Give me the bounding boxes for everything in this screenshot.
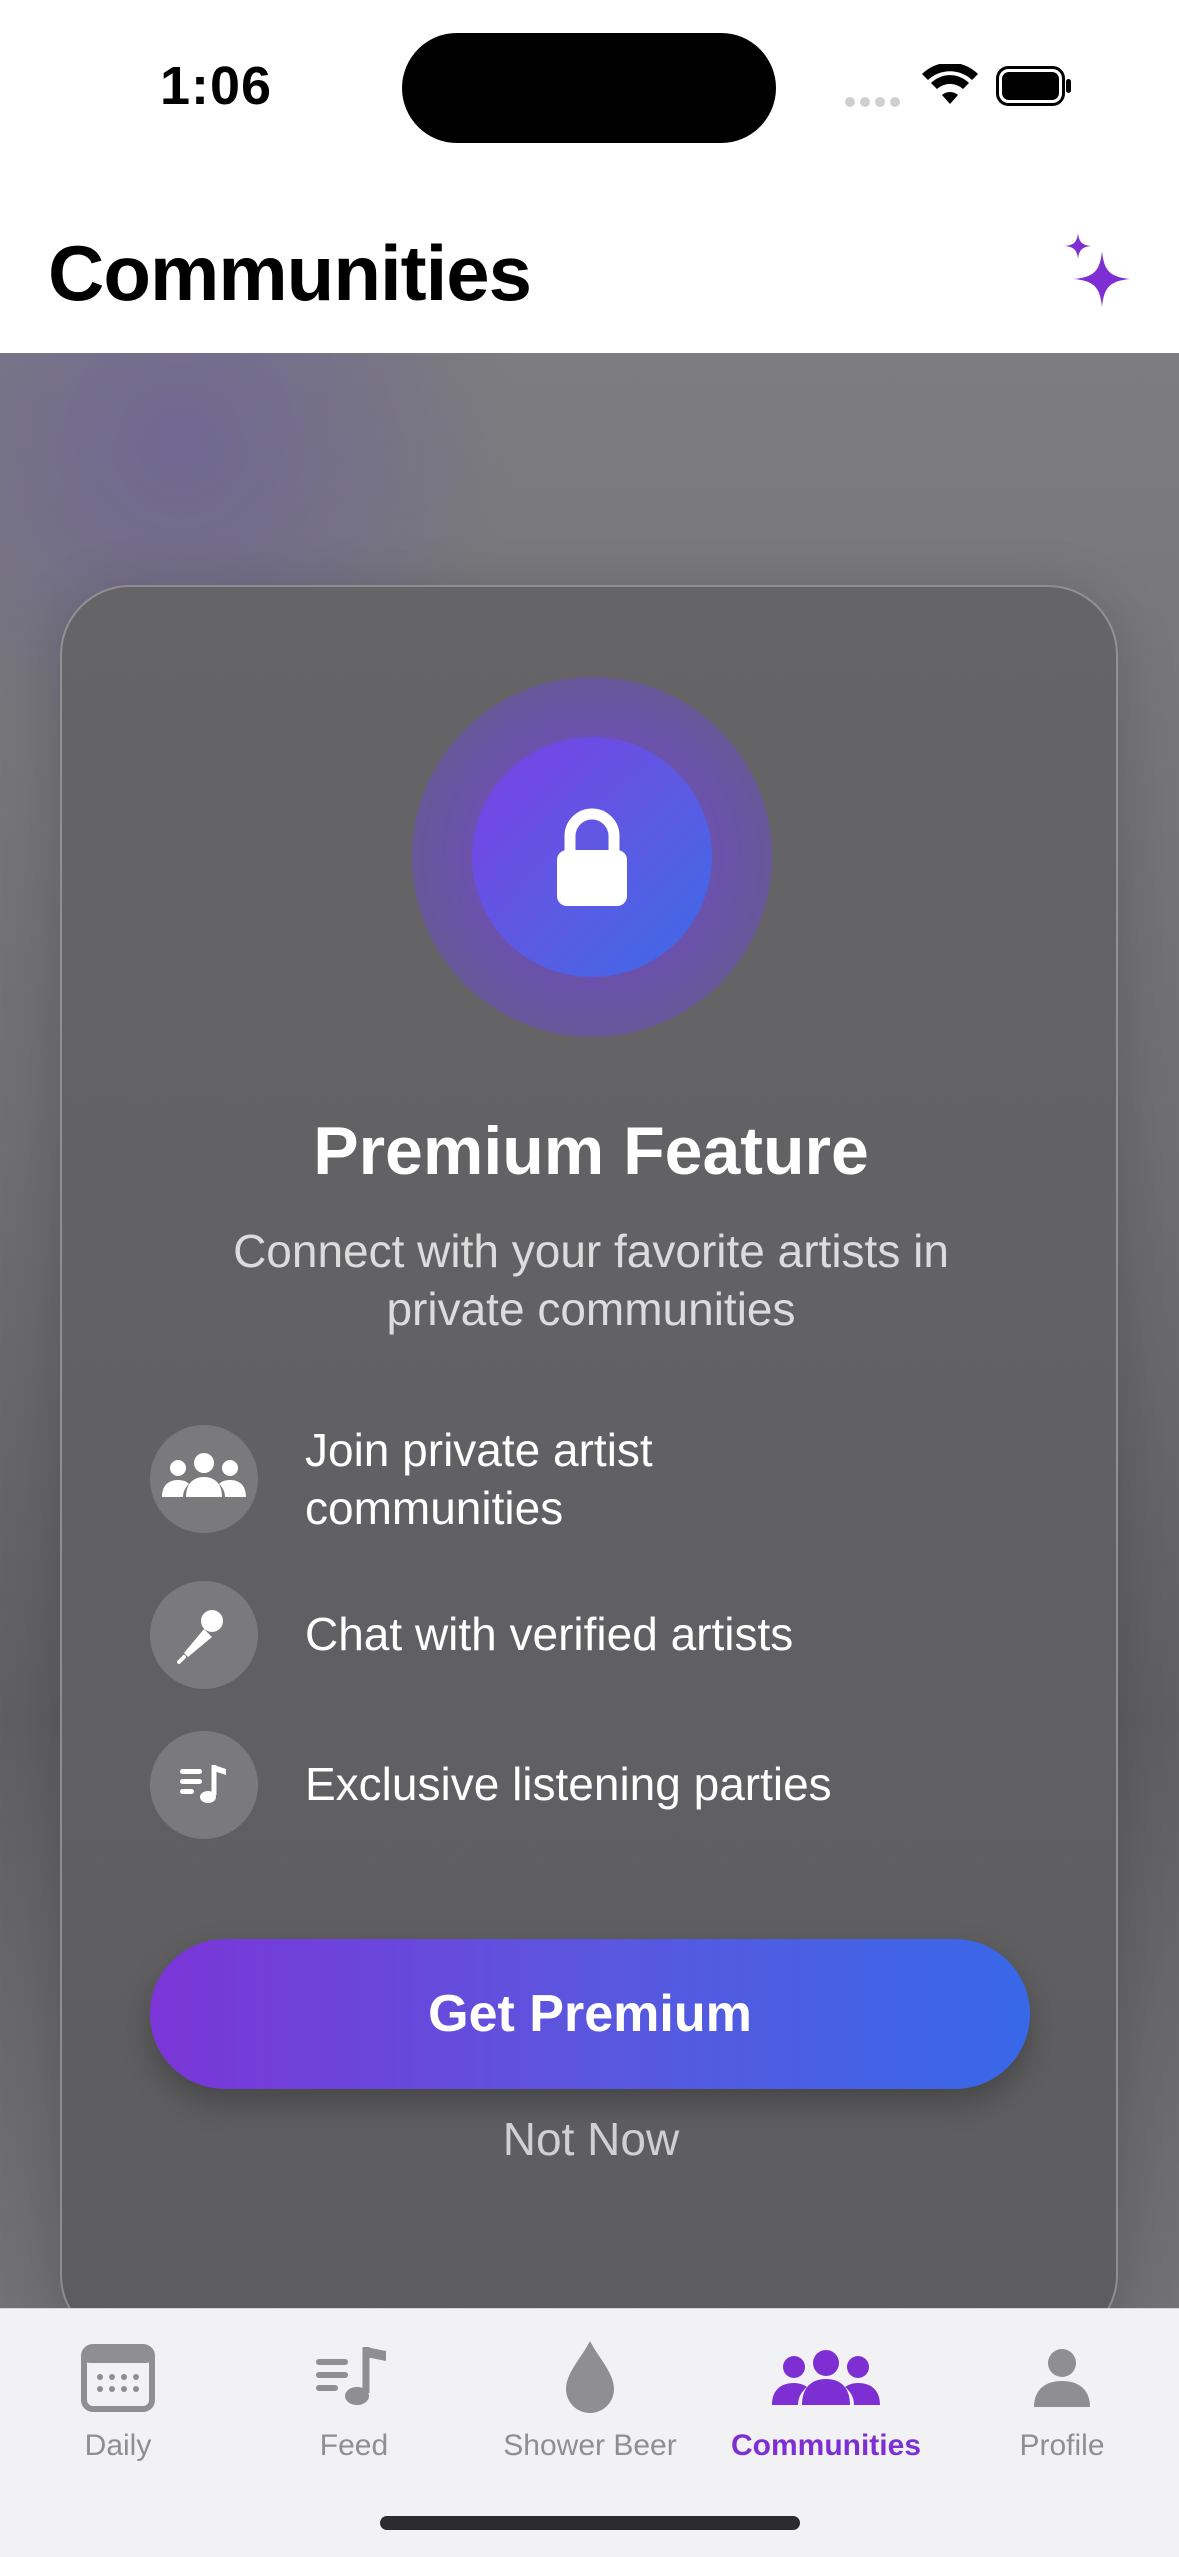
feature-text: Join private artist communities — [305, 1424, 653, 1534]
feature-item: Join private artist communities — [150, 1424, 1030, 1535]
lock-icon — [557, 808, 627, 906]
people-icon — [772, 2350, 880, 2405]
premium-paywall-card: Premium Feature Connect with your favori… — [60, 585, 1118, 2345]
tab-label: Profile — [1019, 2429, 1105, 2462]
home-indicator[interactable] — [380, 2516, 800, 2530]
sparkles-icon[interactable] — [1056, 227, 1140, 311]
microphone-icon — [150, 1581, 258, 1689]
tab-feed[interactable]: Feed — [236, 2329, 472, 2469]
tab-daily[interactable]: Daily — [0, 2329, 236, 2469]
tab-label: Daily — [84, 2429, 152, 2462]
navigation-header: Communities — [0, 175, 1179, 353]
feature-item: Chat with verified artists — [150, 1581, 1030, 1691]
calendar-icon — [81, 2344, 155, 2412]
premium-subtitle: Connect with your favorite artists in pr… — [233, 1225, 949, 1335]
dynamic-island — [402, 33, 776, 143]
cellular-signal-icon — [845, 94, 905, 112]
tab-profile[interactable]: Profile — [944, 2329, 1179, 2469]
get-premium-button[interactable]: Get Premium — [150, 1939, 1030, 2089]
tab-shower-beer[interactable]: Shower Beer — [472, 2329, 708, 2469]
status-time: 1:06 — [160, 56, 273, 116]
people-icon — [150, 1425, 258, 1533]
tab-label: Communities — [730, 2429, 922, 2462]
lock-badge — [472, 737, 712, 977]
tab-label: Shower Beer — [503, 2429, 677, 2462]
battery-icon — [996, 66, 1071, 106]
page-title: Communities — [48, 229, 532, 317]
feature-text: Exclusive listening parties — [305, 1758, 832, 1810]
person-icon — [1034, 2349, 1090, 2407]
premium-title: Premium Feature — [313, 1113, 869, 1189]
feature-item: Exclusive listening parties — [150, 1731, 1030, 1841]
music-list-icon — [150, 1731, 258, 1839]
status-bar: 1:06 — [0, 0, 1179, 175]
tab-communities[interactable]: Communities — [708, 2329, 944, 2469]
wifi-icon — [922, 64, 978, 104]
not-now-button[interactable]: Not Now — [62, 2112, 1120, 2166]
music-list-icon — [316, 2347, 386, 2405]
drop-icon — [566, 2341, 614, 2413]
tab-label: Feed — [319, 2429, 389, 2462]
feature-text: Chat with verified artists — [305, 1608, 794, 1660]
